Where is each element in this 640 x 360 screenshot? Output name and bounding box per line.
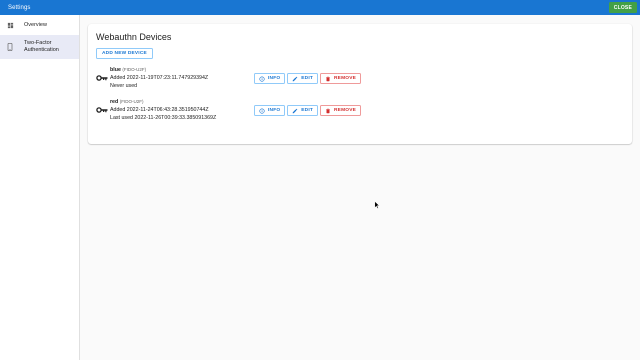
- device-info: blue (FIDO-U2F) Added 2022-11-19T07:23:1…: [110, 66, 208, 90]
- info-button[interactable]: INFO: [254, 105, 286, 116]
- sidebar-item-label: Overview: [24, 21, 47, 28]
- device-usage: Last used 2022-11-26T00:39:33.385091369Z: [110, 115, 217, 121]
- info-label: INFO: [268, 76, 281, 81]
- remove-button[interactable]: REMOVE: [320, 73, 361, 84]
- trash-icon: [326, 76, 330, 81]
- edit-label: EDIT: [301, 76, 313, 81]
- pencil-icon: [293, 76, 298, 81]
- page-title: Settings: [8, 4, 31, 11]
- device-title: red (FIDO-U2F): [110, 98, 216, 106]
- sidebar: Overview Two-Factor Authentication: [0, 15, 80, 360]
- add-device-button[interactable]: ADD NEW DEVICE: [96, 48, 153, 59]
- edit-label: EDIT: [301, 108, 313, 113]
- device-type: (FIDO-U2F): [122, 67, 147, 72]
- pencil-icon: [293, 108, 298, 113]
- info-icon: [259, 75, 265, 82]
- device-actions: INFO EDIT REMOVE: [254, 73, 363, 84]
- mouse-cursor-icon: [374, 201, 380, 209]
- info-icon: [259, 107, 265, 114]
- dashboard-icon: [6, 21, 14, 29]
- device-row: red (FIDO-U2F) Added 2022-11-24T06:43:28…: [96, 98, 361, 124]
- trash-icon: [326, 108, 330, 113]
- edit-button[interactable]: EDIT: [287, 105, 318, 116]
- key-icon: [96, 75, 108, 81]
- key-icon: [96, 107, 108, 113]
- device-title: blue (FIDO-U2F): [110, 66, 208, 74]
- webauthn-card: Webauthn Devices ADD NEW DEVICE blue (FI…: [88, 24, 632, 144]
- main-content: Webauthn Devices ADD NEW DEVICE blue (FI…: [80, 15, 640, 360]
- remove-button[interactable]: REMOVE: [320, 105, 361, 116]
- sidebar-item-overview[interactable]: Overview: [0, 15, 79, 35]
- info-label: INFO: [268, 108, 281, 113]
- app-bar: Settings CLOSE: [0, 0, 640, 15]
- remove-label: REMOVE: [334, 108, 356, 113]
- remove-label: REMOVE: [334, 76, 356, 81]
- device-name: red: [110, 99, 119, 105]
- close-button[interactable]: CLOSE: [608, 2, 637, 13]
- device-info: red (FIDO-U2F) Added 2022-11-24T06:43:28…: [110, 98, 216, 122]
- section-title: Webauthn Devices: [96, 32, 172, 42]
- device-usage: Never used: [110, 83, 138, 89]
- device-actions: INFO EDIT REMOVE: [254, 105, 363, 116]
- sidebar-item-label: Two-Factor Authentication: [24, 40, 59, 53]
- edit-button[interactable]: EDIT: [287, 73, 318, 84]
- info-button[interactable]: INFO: [254, 73, 286, 84]
- device-added: Added 2022-11-24T06:43:28.351950744Z: [110, 107, 209, 113]
- phone-icon: [6, 43, 14, 51]
- device-type: (FIDO-U2F): [119, 99, 144, 104]
- device-row: blue (FIDO-U2F) Added 2022-11-19T07:23:1…: [96, 66, 361, 92]
- sidebar-item-two-factor[interactable]: Two-Factor Authentication: [0, 35, 79, 59]
- device-name: blue: [110, 67, 121, 73]
- device-added: Added 2022-11-19T07:23:11.747929394Z: [110, 75, 209, 81]
